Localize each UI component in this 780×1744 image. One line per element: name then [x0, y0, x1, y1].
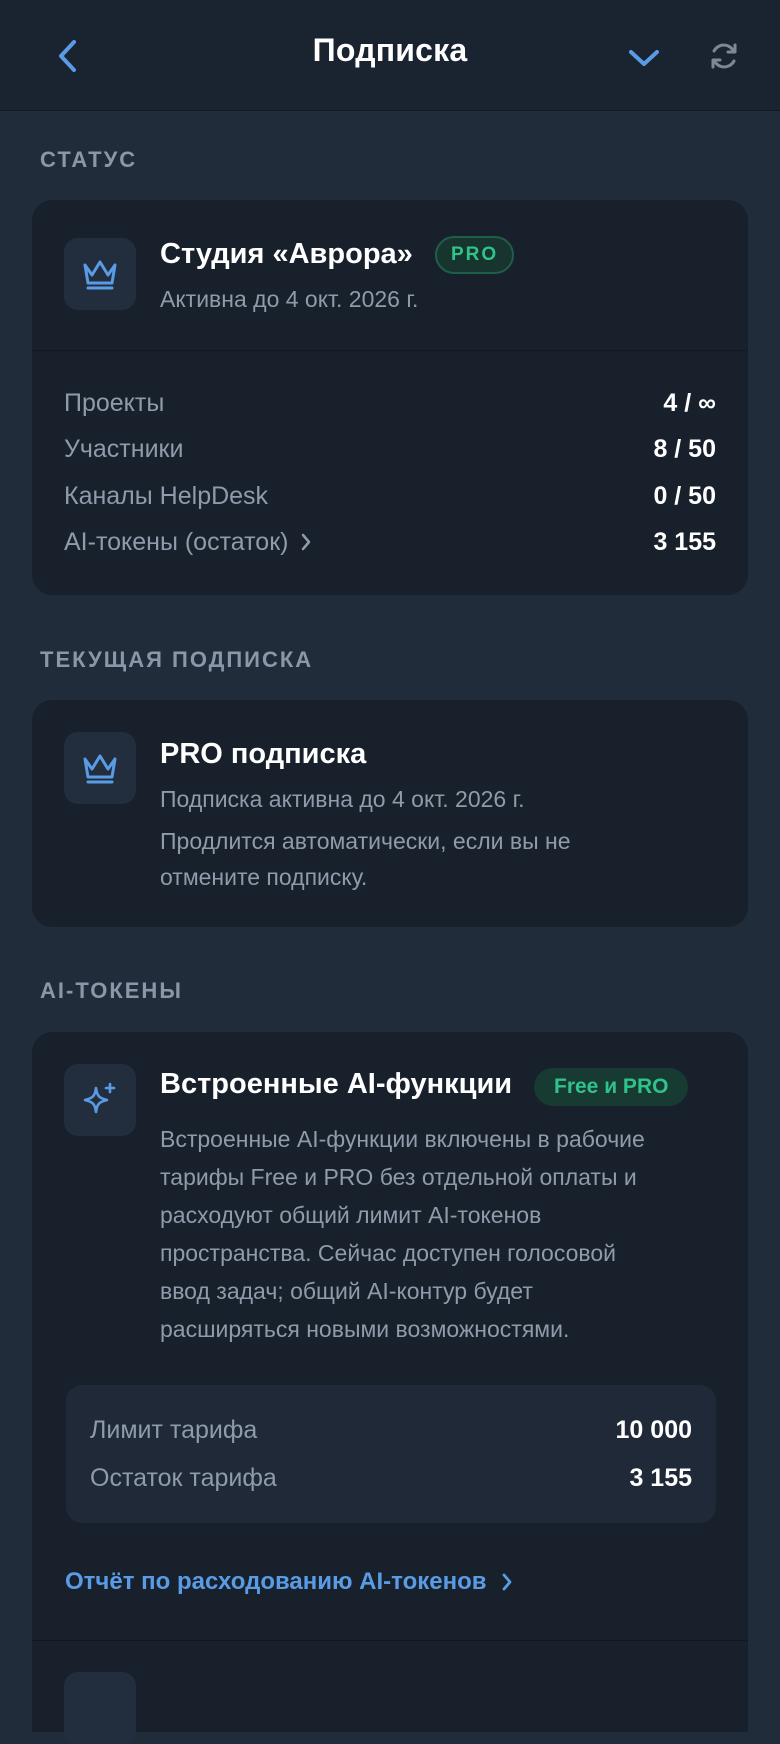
remaining-label: Остаток тарифа: [90, 1463, 277, 1492]
limit-row: Лимит тарифа 10 000: [90, 1413, 692, 1447]
feature-description-line: расширяться новыми возможностями.: [160, 1316, 570, 1342]
renew-note-line-1: Продлится автоматически, если вы не: [160, 828, 571, 854]
stat-value: 8 / 50: [653, 434, 716, 463]
divider: [32, 1640, 748, 1641]
status-card: Студия «Аврора» PRO Активна до 4 окт. 20…: [32, 200, 748, 595]
crown-icon-box: [64, 732, 136, 804]
sparkles-icon-box: [64, 1064, 136, 1136]
stat-value: 4 / ∞: [663, 388, 716, 417]
report-link-label: Отчёт по расходованию AI-токенов: [65, 1568, 487, 1595]
stat-label: Проекты: [64, 388, 165, 417]
limit-label: Лимит тарифа: [90, 1415, 258, 1444]
plan-badge: Free и PRO: [534, 1068, 689, 1106]
top-bar: Подписка: [0, 0, 780, 111]
chevron-right-icon: [302, 533, 311, 551]
token-usage-report-link[interactable]: Отчёт по расходованию AI-токенов: [65, 1568, 513, 1596]
feature-description-line: тарифы Free и PRO без отдельной оплаты и: [160, 1164, 637, 1190]
current-subscription-heading: ТЕКУЩАЯ ПОДПИСКА: [40, 647, 314, 672]
feature-description-line: пространства. Сейчас доступен голосовой: [160, 1240, 616, 1266]
crown-icon: [83, 260, 117, 290]
chevron-down-icon: [629, 50, 659, 66]
plan-active-until: Подписка активна до 4 окт. 2026 г.: [160, 786, 525, 812]
stat-row-ai-tokens[interactable]: AI-токены (остаток) 3 155: [64, 525, 716, 559]
remaining-row: Остаток тарифа 3 155: [90, 1461, 692, 1495]
next-item-icon-box: [64, 1672, 136, 1744]
feature-description-line: расходуют общий лимит AI-токенов: [160, 1202, 542, 1228]
active-until: Активна до 4 окт. 2026 г.: [160, 286, 419, 312]
ai-tokens-link[interactable]: AI-токены (остаток): [64, 528, 312, 557]
stat-label: AI-токены (остаток): [64, 527, 289, 556]
stat-row-helpdesk: Каналы HelpDesk 0 / 50: [64, 479, 716, 513]
stat-value: 3 155: [653, 527, 716, 556]
refresh-icon: [711, 43, 737, 69]
crown-icon-box: [64, 238, 136, 310]
limit-value: 10 000: [615, 1415, 692, 1444]
renew-note-line-2: отмените подписку.: [160, 864, 368, 890]
ai-tokens-card: Встроенные AI-функции Free и PRO Встроен…: [32, 1032, 748, 1744]
feature-description-line: Встроенные AI-функции включены в рабочие: [160, 1126, 645, 1152]
sparkles-icon: [83, 1082, 116, 1114]
divider: [32, 350, 748, 351]
stat-label: Участники: [64, 434, 184, 463]
feature-description-line: ввод задач; общий AI-контур будет: [160, 1278, 533, 1304]
status-heading: СТАТУС: [40, 147, 138, 172]
ai-tokens-heading: AI-ТОКЕНЫ: [40, 978, 183, 1003]
feature-title: Встроенные AI-функции: [160, 1068, 513, 1100]
plan-title: PRO подписка: [160, 738, 367, 770]
stat-row-projects: Проекты 4 / ∞: [64, 386, 716, 420]
pro-badge: PRO: [435, 236, 515, 274]
chevron-right-icon: [502, 1573, 511, 1591]
org-name: Студия «Аврора»: [160, 238, 413, 270]
remaining-value: 3 155: [629, 1463, 692, 1492]
stat-label: Каналы HelpDesk: [64, 481, 269, 510]
stat-value: 0 / 50: [653, 481, 716, 510]
refresh-button[interactable]: [704, 36, 744, 76]
token-limits-box: Лимит тарифа 10 000 Остаток тарифа 3 155: [66, 1385, 716, 1523]
crown-icon: [83, 754, 117, 784]
current-subscription-card: PRO подписка Подписка активна до 4 окт. …: [32, 700, 748, 927]
collapse-button[interactable]: [624, 38, 664, 78]
stat-row-members: Участники 8 / 50: [64, 432, 716, 466]
